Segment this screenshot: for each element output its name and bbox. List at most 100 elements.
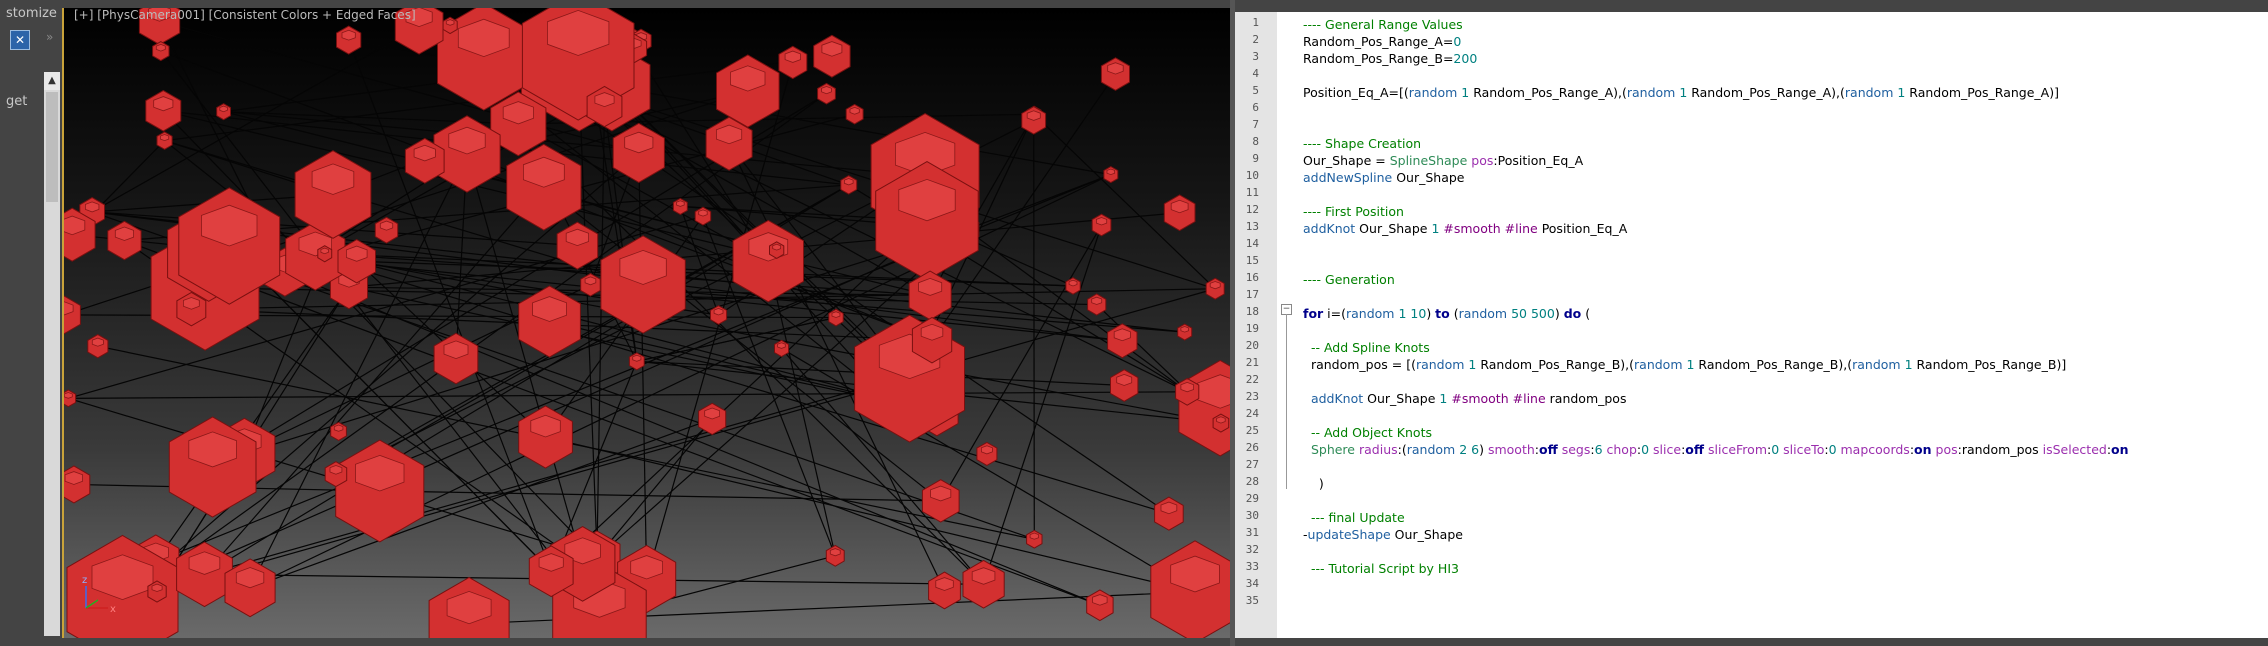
code-line[interactable]: -- Add Spline Knots (1303, 339, 1430, 356)
sphere-object[interactable] (518, 285, 581, 358)
sphere-object[interactable] (1086, 589, 1114, 622)
sphere-object[interactable] (1100, 57, 1130, 91)
sphere-object[interactable] (330, 421, 347, 441)
code-token: Our_Shape = (1303, 153, 1390, 168)
sphere-object[interactable] (921, 479, 960, 523)
code-line[interactable]: Random_Pos_Range_B=200 (1303, 50, 1477, 67)
code-area[interactable]: ---- General Range Values Random_Pos_Rang… (1303, 12, 2263, 638)
code-line[interactable]: -- Add Object Knots (1303, 424, 1432, 441)
sphere-object[interactable] (336, 25, 362, 55)
sphere-object[interactable] (64, 389, 77, 408)
sphere-object[interactable] (1091, 213, 1112, 237)
sphere-object[interactable] (600, 235, 686, 334)
code-line[interactable]: ---- General Range Values (1303, 16, 1463, 33)
code-line[interactable]: ---- Shape Creation (1303, 135, 1421, 152)
modifier-icon[interactable]: ✕ (10, 30, 30, 50)
code-line[interactable]: random_pos = [(random 1 Random_Pos_Range… (1303, 356, 2066, 373)
sphere-object[interactable] (778, 45, 808, 80)
sphere-object[interactable] (294, 150, 372, 239)
sphere-object[interactable] (433, 332, 479, 385)
sphere-object[interactable] (442, 16, 458, 35)
sphere-object[interactable] (1163, 194, 1196, 232)
sphere-object[interactable] (156, 131, 173, 150)
sphere-object[interactable] (1110, 369, 1139, 402)
viewport-label[interactable]: [+] [PhysCamera001] [Consistent Colors +… (74, 8, 416, 22)
code-line[interactable]: Position_Eq_A=[(random 1 Random_Pos_Rang… (1303, 84, 2059, 101)
sphere-object[interactable] (580, 273, 601, 297)
code-line[interactable]: for i=(random 1 10) to (random 50 500) d… (1303, 305, 1590, 322)
sphere-object[interactable] (216, 103, 231, 121)
sphere-object[interactable] (1026, 529, 1043, 549)
sphere-object[interactable] (1205, 277, 1225, 300)
sphere-object[interactable] (1178, 359, 1232, 457)
sphere-object[interactable] (1087, 293, 1107, 316)
sphere-object[interactable] (817, 82, 836, 105)
sphere-object[interactable] (845, 103, 864, 125)
sphere-object[interactable] (976, 441, 998, 466)
code-token: smooth (1487, 442, 1535, 457)
sphere-object[interactable] (335, 439, 425, 543)
sphere-object[interactable] (317, 245, 333, 263)
code-line[interactable]: ) (1303, 475, 1324, 492)
scroll-up-icon[interactable]: ▲ (44, 72, 60, 90)
customize-menu-label[interactable]: stomize (6, 6, 57, 21)
code-token: random_pos (1545, 391, 1627, 406)
sphere-object[interactable] (518, 405, 573, 469)
code-line[interactable]: Random_Pos_Range_A=0 (1303, 33, 1461, 50)
code-line[interactable]: addNewSpline Our_Shape (1303, 169, 1465, 186)
sphere-object[interactable] (716, 54, 780, 128)
code-token: 2 (1459, 442, 1468, 457)
axis-x-label: x (110, 604, 116, 615)
code-token: chop (1606, 442, 1637, 457)
line-number: 1 (1252, 16, 1259, 29)
code-line[interactable]: ---- Generation (1303, 271, 1395, 288)
sphere-object[interactable] (1154, 496, 1184, 531)
sphere-object[interactable] (813, 34, 851, 78)
sphere-object[interactable] (152, 41, 170, 62)
scroll-thumb[interactable] (46, 92, 58, 202)
code-token: random (1346, 306, 1395, 321)
sphere-object[interactable] (1150, 540, 1232, 638)
sphere-object[interactable] (87, 334, 109, 359)
3d-viewport[interactable]: zx [+] [PhysCamera001] [Consistent Color… (62, 8, 1232, 638)
code-line[interactable]: --- Tutorial Script by HI3 (1303, 560, 1459, 577)
sphere-object[interactable] (672, 197, 688, 215)
line-number: 14 (1245, 237, 1259, 250)
panel-scrollbar[interactable]: ▲ (44, 72, 60, 636)
code-token: --- final Update (1310, 510, 1405, 525)
sphere-object[interactable] (64, 465, 91, 504)
code-line[interactable]: --- final Update (1303, 509, 1405, 526)
sphere-object[interactable] (1212, 413, 1230, 433)
sphere-object[interactable] (64, 295, 81, 335)
sphere-object[interactable] (840, 175, 858, 195)
sphere-object[interactable] (1177, 323, 1193, 341)
sphere-object[interactable] (1107, 323, 1138, 359)
code-line[interactable]: Our_Shape = SplineShape pos:Position_Eq_… (1303, 152, 1583, 169)
code-line[interactable]: ---- First Position (1303, 203, 1404, 220)
sphere-object[interactable] (145, 90, 182, 132)
sphere-object[interactable] (428, 576, 510, 639)
line-number: 8 (1252, 135, 1259, 148)
sphere-object[interactable] (147, 580, 167, 603)
sphere-object[interactable] (710, 305, 728, 325)
line-number: 15 (1245, 254, 1259, 267)
code-token: random (1626, 85, 1676, 100)
sphere-object[interactable] (769, 241, 785, 259)
sphere-object[interactable] (1065, 277, 1081, 295)
sphere-object[interactable] (828, 308, 844, 327)
code-line[interactable]: Sphere radius:(random 2 6) smooth:off se… (1303, 441, 2129, 458)
code-line[interactable]: addKnot Our_Shape 1 #smooth #line Positi… (1303, 220, 1627, 237)
sphere-object[interactable] (825, 544, 845, 567)
sphere-object[interactable] (774, 339, 789, 358)
panel-arrow-icon[interactable]: » (46, 30, 53, 44)
script-editor[interactable]: 1 2 3 4 5 6 7 8 9 10 11 12 13 14 15 16 17 18 19 20 21 22 23 24 2… (1235, 12, 2268, 638)
sphere-object[interactable] (628, 352, 645, 371)
code-token: Random_Pos_Range_A= (1303, 34, 1454, 49)
code-line[interactable]: addKnot Our_Shape 1 #smooth #line random… (1303, 390, 1627, 407)
code-line[interactable]: -updateShape Our_Shape (1303, 526, 1463, 543)
sphere-object[interactable] (694, 206, 712, 226)
code-token: to (1435, 306, 1450, 321)
sphere-object[interactable] (1103, 166, 1119, 184)
line-number: 31 (1245, 526, 1259, 539)
line-number: 9 (1252, 152, 1259, 165)
